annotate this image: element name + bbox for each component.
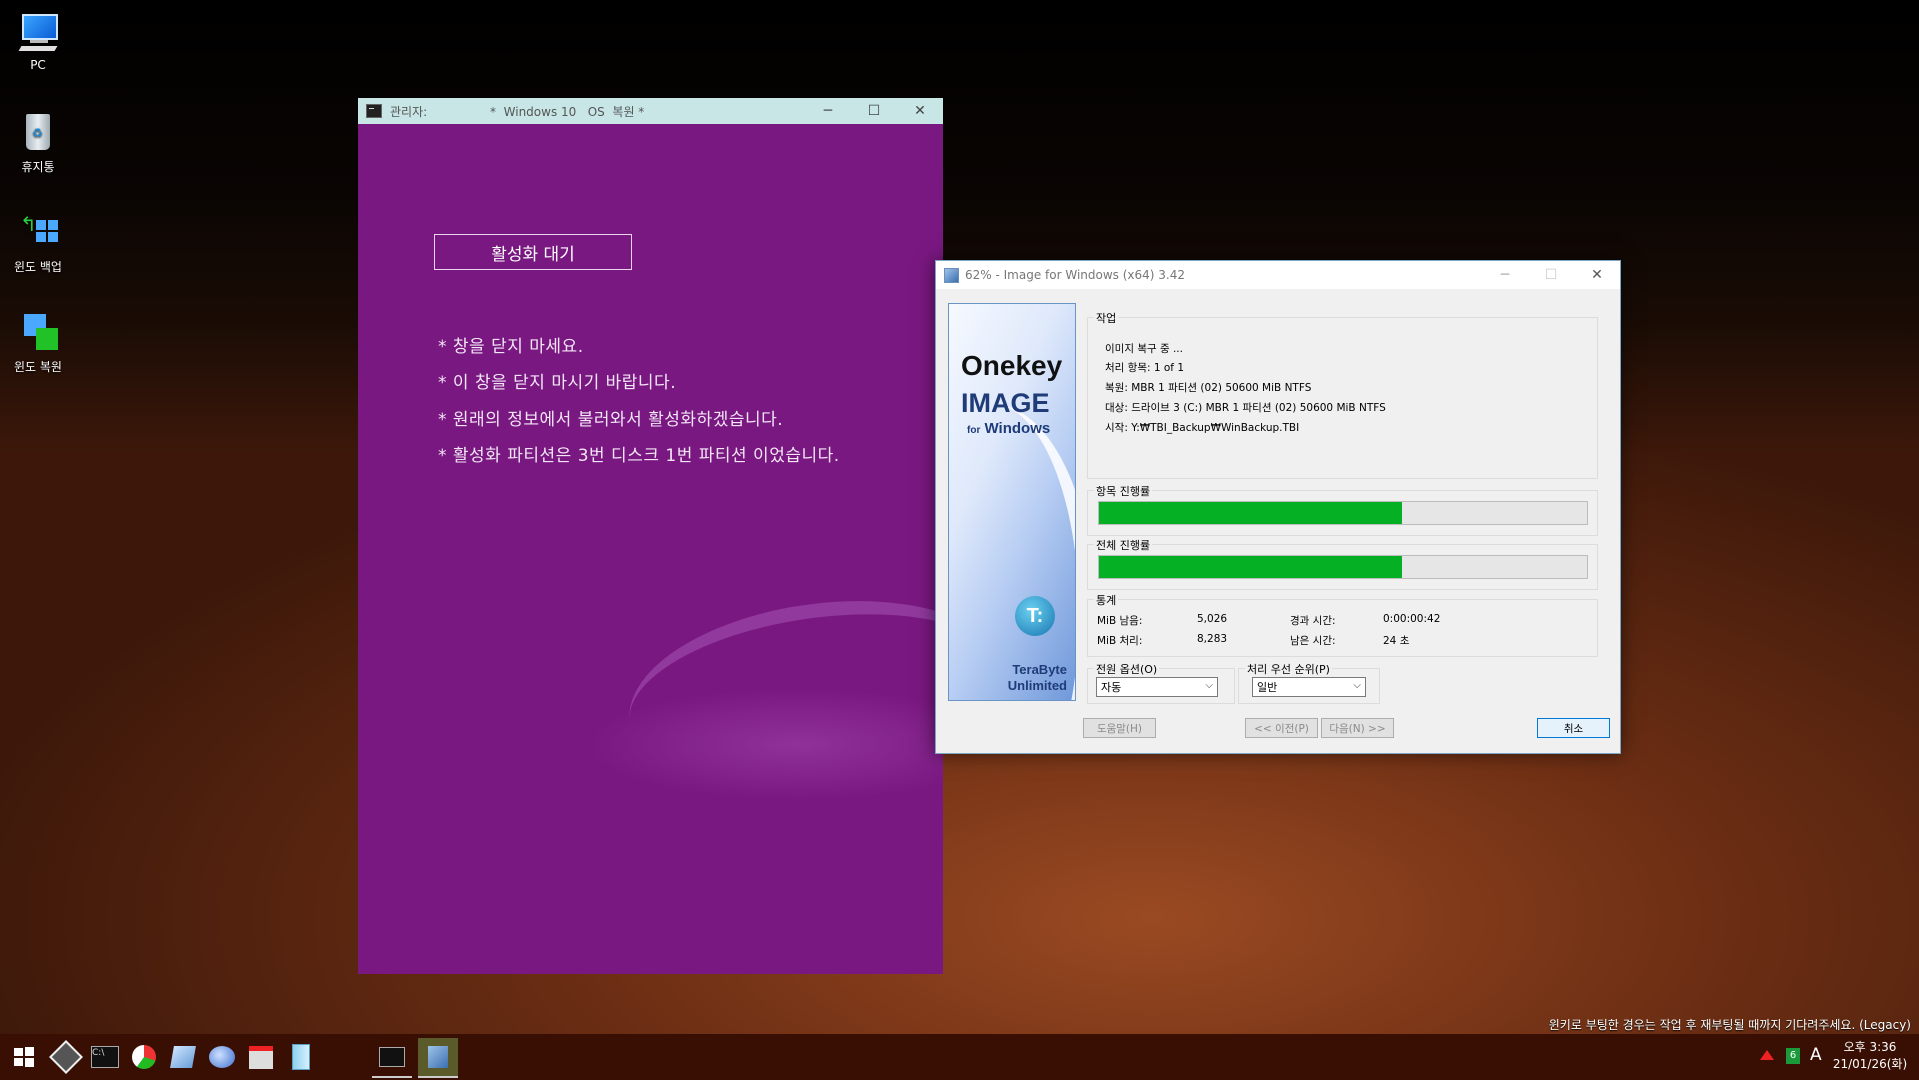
- cmd-running-icon[interactable]: [372, 1038, 412, 1078]
- console-title-left: 관리자:: [390, 104, 428, 119]
- power-select[interactable]: 자동 ⌵: [1096, 677, 1218, 697]
- desktop-icon-label: 윈도 복원: [14, 360, 62, 374]
- power-label: 전원 옵션(O): [1094, 661, 1160, 677]
- item-progress-label: 항목 진행률: [1094, 483, 1153, 499]
- ifw-title: 62% - Image for Windows (x64) 3.42: [965, 268, 1185, 282]
- app-icon: [944, 267, 959, 283]
- close-button[interactable]: ✕: [1574, 262, 1620, 288]
- onekey-image-banner: Onekey IMAGE for Windows T: TeraByte Unl…: [948, 303, 1076, 701]
- task-line: 이미지 복구 중 ...: [1105, 343, 1183, 355]
- console-line: * 이 창을 닫지 마시기 바랍니다.: [438, 373, 677, 393]
- item-progress-bar: [1098, 501, 1588, 525]
- minimize-button[interactable]: ─: [805, 98, 851, 124]
- task-line: 시작: Y:₩TBI_Backup₩WinBackup.TBI: [1105, 422, 1300, 434]
- recycle-bin-icon: ♻: [16, 110, 60, 154]
- partition-tool-icon[interactable]: [128, 1041, 160, 1073]
- total-progress-label: 전체 진행률: [1094, 537, 1153, 553]
- console-body: 활성화 대기 * 창을 닫지 마세요. * 이 창을 닫지 마시기 바랍니다. …: [358, 124, 943, 974]
- cmd-icon[interactable]: C:\: [89, 1041, 121, 1073]
- console-titlebar[interactable]: 관리자: * Windows 10 OS 복원 * ─ ☐ ✕: [358, 98, 943, 124]
- tray-badge[interactable]: 6: [1786, 1048, 1800, 1064]
- console-title: * Windows 10 OS 복원 *: [490, 104, 645, 119]
- stat-processed-label: MiB 처리:: [1097, 635, 1143, 647]
- maximize-button[interactable]: ☐: [1528, 262, 1574, 288]
- terabyte-logo-icon: T:: [1015, 596, 1055, 636]
- desktop-icon-windows-restore[interactable]: 윈도 복원: [0, 310, 76, 375]
- cancel-button[interactable]: 취소: [1537, 718, 1610, 738]
- cmd-icon: [366, 104, 382, 118]
- total-progress-bar: [1098, 555, 1588, 579]
- file-icon[interactable]: [285, 1041, 317, 1073]
- task-line: 대상: 드라이브 3 (C:) MBR 1 파티션 (02) 50600 MiB…: [1105, 402, 1386, 414]
- maximize-button[interactable]: ☐: [851, 98, 897, 124]
- console-line: * 활성화 파티션은 3번 디스크 1번 파티션 이었습니다.: [438, 446, 840, 466]
- start-icon[interactable]: [8, 1041, 40, 1073]
- clock[interactable]: 오후 3:36 21/01/26(화): [1826, 1039, 1914, 1073]
- notepad-icon[interactable]: [167, 1041, 199, 1073]
- network-tool-icon[interactable]: [245, 1041, 277, 1073]
- chevron-down-icon: ⌵: [1353, 680, 1361, 691]
- help-button[interactable]: 도움말(H): [1083, 718, 1156, 738]
- console-line: * 원래의 정보에서 불러와서 활성화하겠습니다.: [438, 410, 784, 430]
- taskbar: C:\ 6 A 오후 3:36 21/01/26(화): [0, 1034, 1919, 1080]
- desktop-icon-windows-backup[interactable]: ↰ 윈도 백업: [0, 210, 76, 275]
- desktop-icon-label: PC: [30, 58, 46, 72]
- banner-onekey: Onekey: [961, 350, 1063, 381]
- tray-arrow-icon[interactable]: [1760, 1050, 1774, 1060]
- windows-backup-icon: ↰: [16, 210, 60, 254]
- desktop-icon-pc[interactable]: PC: [0, 10, 76, 72]
- stat-left-value: 24 초: [1383, 635, 1410, 647]
- windows-restore-icon: [16, 310, 60, 354]
- background-swoosh: [617, 578, 943, 814]
- priority-select[interactable]: 일반 ⌵: [1252, 677, 1366, 697]
- close-button[interactable]: ✕: [897, 98, 943, 124]
- task-label: 작업: [1094, 310, 1119, 326]
- minimize-button[interactable]: ─: [1482, 262, 1528, 288]
- settings-app-icon[interactable]: [49, 1040, 83, 1074]
- console-window[interactable]: 관리자: * Windows 10 OS 복원 * ─ ☐ ✕ 활성화 대기 *…: [358, 98, 943, 974]
- stat-remaining-value: 5,026: [1197, 613, 1228, 625]
- desktop-icon-recycle-bin[interactable]: ♻ 휴지통: [0, 110, 76, 175]
- ifw-titlebar[interactable]: 62% - Image for Windows (x64) 3.42 ─ ☐ ✕: [936, 261, 1620, 289]
- chevron-down-icon: ⌵: [1205, 680, 1213, 691]
- banner-vendor: TeraByte Unlimited: [1007, 662, 1067, 693]
- image-for-windows-window[interactable]: 62% - Image for Windows (x64) 3.42 ─ ☐ ✕…: [935, 260, 1621, 754]
- stats-label: 통계: [1094, 592, 1119, 608]
- desktop-icon-label: 윈도 백업: [14, 260, 62, 274]
- banner-for-windows: for Windows: [967, 420, 1051, 437]
- banner-arc: [949, 404, 1075, 700]
- computer-icon: [16, 10, 60, 54]
- task-line: 복원: MBR 1 파티션 (02) 50600 MiB NTFS: [1105, 382, 1312, 394]
- stat-elapsed-value: 0:00:00:42: [1383, 613, 1441, 625]
- next-button[interactable]: 다음(N) >>: [1321, 718, 1394, 738]
- ime-indicator[interactable]: A: [1810, 1045, 1822, 1065]
- banner-image: IMAGE: [961, 388, 1050, 418]
- priority-label: 처리 우선 순위(P): [1245, 661, 1332, 677]
- clock-date: 21/01/26(화): [1832, 1057, 1908, 1071]
- disk-tool-icon[interactable]: [206, 1041, 238, 1073]
- stat-remaining-label: MiB 남음:: [1097, 615, 1143, 627]
- stat-elapsed-label: 경과 시간:: [1290, 615, 1336, 627]
- clock-time: 오후 3:36: [1843, 1040, 1897, 1054]
- stat-left-label: 남은 시간:: [1290, 635, 1336, 647]
- console-line: * 창을 닫지 마세요.: [438, 337, 584, 357]
- task-line: 처리 항목: 1 of 1: [1105, 362, 1185, 374]
- stats-group: [1087, 599, 1598, 657]
- stat-processed-value: 8,283: [1197, 633, 1228, 645]
- image-for-windows-running-icon[interactable]: [418, 1038, 458, 1078]
- activation-wait-button[interactable]: 활성화 대기: [434, 234, 632, 270]
- desktop-icon-label: 휴지통: [21, 160, 55, 174]
- boot-notice: 윈키로 부팅한 경우는 작업 후 재부팅될 때까지 기다려주세요. (Legac…: [1548, 1018, 1911, 1032]
- prev-button[interactable]: << 이전(P): [1245, 718, 1318, 738]
